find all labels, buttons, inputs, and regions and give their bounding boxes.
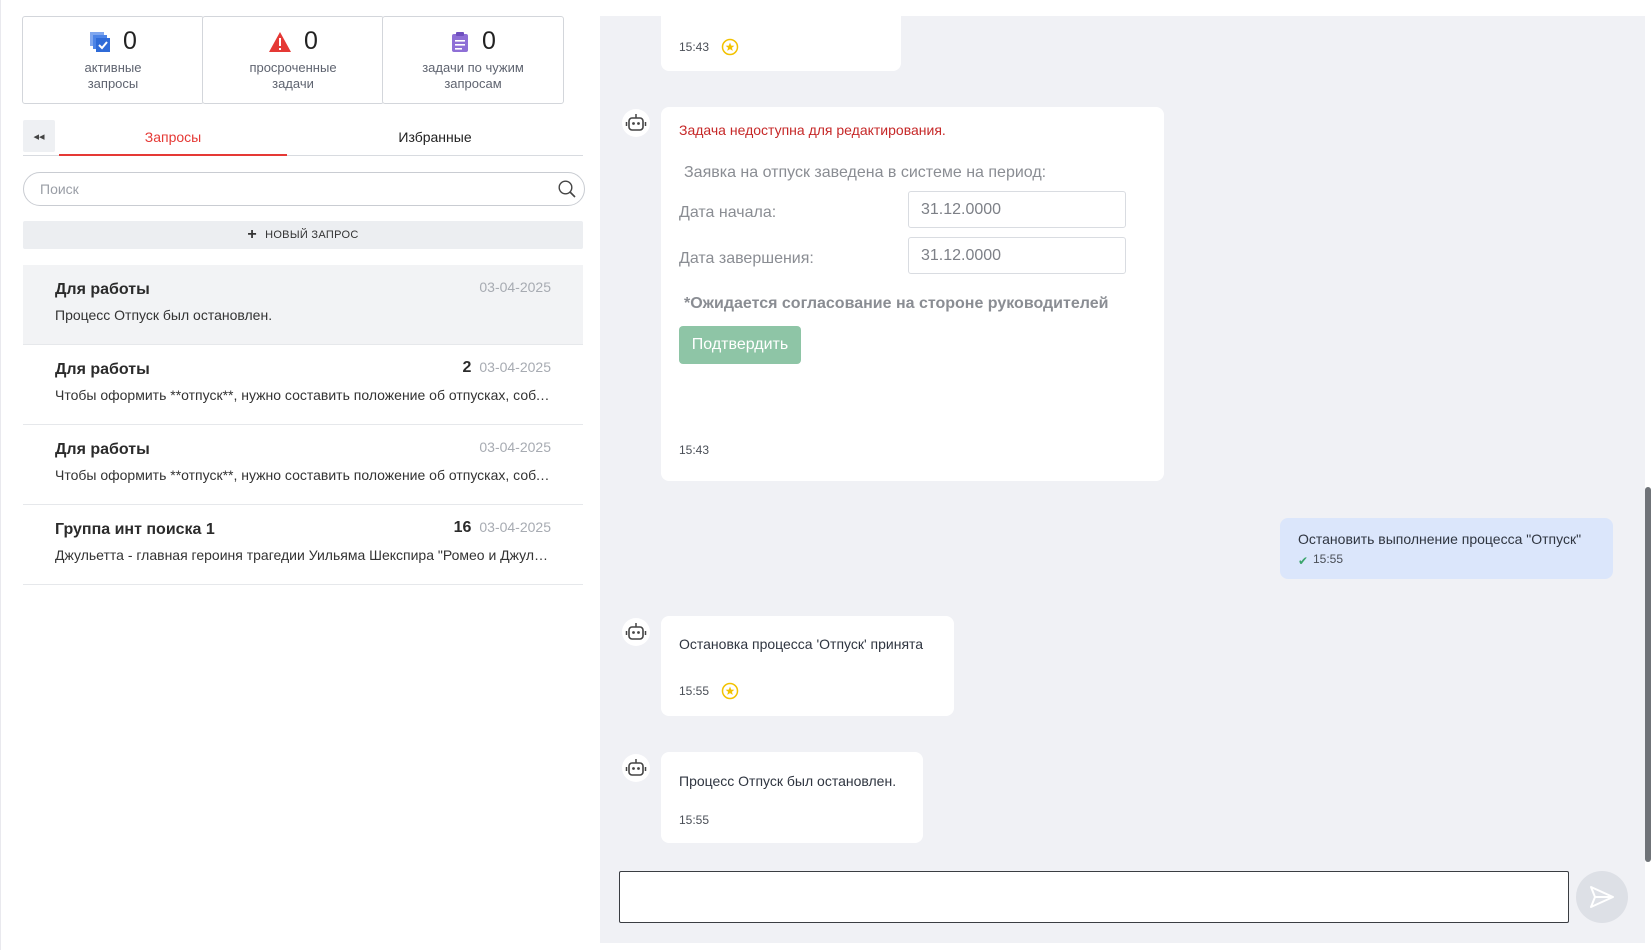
search-box — [23, 172, 585, 206]
collapse-sidebar-button[interactable]: ◂◂ — [23, 120, 55, 152]
stat-top: 0 — [23, 29, 203, 54]
message-time: 15:55 — [679, 684, 710, 698]
message-time: 15:55 — [679, 813, 710, 827]
message-input[interactable] — [620, 872, 1568, 922]
conversation-meta: 2 03-04-2025 — [462, 359, 551, 377]
message-time: 15:55 — [1313, 552, 1344, 566]
stat-label-line: просроченные — [249, 60, 337, 75]
start-date-field: 31.12.0000 — [908, 191, 1126, 228]
conversation-item[interactable]: Группа инт поиска 1 Джульетта - главная … — [23, 505, 583, 585]
stat-top: 0 — [383, 29, 563, 54]
message-time: 15:43 — [679, 443, 710, 457]
favorite-star-icon[interactable] — [721, 682, 739, 700]
chat-area: 15:43 Задача недоступна для редактирован… — [600, 0, 1645, 943]
bot-message-vacation-form: Задача недоступна для редактирования. За… — [661, 107, 1164, 481]
stat-label: задачи по чужим запросам — [383, 60, 563, 92]
conversation-item[interactable]: Для работы Чтобы оформить **отпуск**, ну… — [23, 345, 583, 425]
scrollbar-thumb[interactable] — [1645, 487, 1651, 862]
conversation-meta: 03-04-2025 — [471, 279, 551, 295]
user-message: Остановить выполнение процесса "Отпуск" … — [1280, 518, 1613, 579]
favorite-star-icon[interactable] — [721, 38, 739, 56]
stat-others-tasks[interactable]: 0 задачи по чужим запросам — [382, 16, 564, 104]
plus-icon: + — [247, 226, 258, 243]
approval-note: *Ожидается согласование на стороне руков… — [684, 295, 1109, 312]
bot-message: Процесс Отпуск был остановлен. 15:55 — [661, 752, 923, 843]
conversation-item[interactable]: Для работы Процесс Отпуск был остановлен… — [23, 265, 583, 345]
robot-icon — [625, 759, 647, 776]
active-requests-icon — [90, 31, 111, 52]
conversation-list: Для работы Процесс Отпуск был остановлен… — [23, 265, 583, 585]
robot-icon — [625, 114, 647, 131]
message-composer — [619, 871, 1569, 923]
stat-top: 0 — [203, 29, 383, 54]
message-text: Остановка процесса 'Отпуск' принята — [679, 636, 924, 652]
robot-icon — [625, 623, 647, 640]
send-icon — [1590, 886, 1614, 908]
stat-overdue-tasks[interactable]: 0 просроченные задачи — [202, 16, 384, 104]
conversation-meta: 16 03-04-2025 — [454, 519, 551, 537]
conversation-date: 03-04-2025 — [479, 519, 551, 535]
conversation-preview: Процесс Отпуск был остановлен. — [55, 307, 273, 323]
message-text: Остановить выполнение процесса "Отпуск" — [1298, 531, 1582, 547]
message-text: Процесс Отпуск был остановлен. — [679, 773, 897, 789]
bot-avatar-icon — [622, 618, 650, 646]
stat-label-line: запросам — [444, 76, 502, 91]
conversation-preview: Джульетта - главная героиня трагедии Уил… — [55, 547, 555, 563]
conversation-date: 03-04-2025 — [479, 279, 551, 295]
new-request-label: НОВЫЙ ЗАПРОС — [265, 229, 359, 241]
conversation-date: 03-04-2025 — [479, 359, 551, 375]
new-request-button[interactable]: + НОВЫЙ ЗАПРОС — [23, 221, 583, 249]
stat-active-requests[interactable]: 0 активные запросы — [22, 16, 204, 104]
end-date-field: 31.12.0000 — [908, 237, 1126, 274]
unread-badge: 16 — [453, 519, 472, 536]
message-time: 15:43 — [679, 40, 710, 54]
tab-bar: ◂◂ Запросы Избранные — [23, 118, 583, 156]
search-icon[interactable] — [558, 180, 576, 198]
search-input[interactable] — [24, 173, 524, 205]
tab-requests[interactable]: Запросы — [59, 118, 287, 156]
conversation-preview: Чтобы оформить **отпуск**, нужно состави… — [55, 467, 555, 483]
end-date-label: Дата завершения: — [679, 250, 814, 267]
conversation-meta: 03-04-2025 — [471, 439, 551, 455]
conversation-date: 03-04-2025 — [479, 439, 551, 455]
error-text: Задача недоступна для редактирования. — [679, 122, 946, 138]
stat-label-line: задачи по чужим — [422, 60, 524, 75]
bot-avatar-icon — [622, 109, 650, 137]
chat-scrollbar[interactable] — [1645, 0, 1651, 950]
form-intro: Заявка на отпуск заведена в системе на п… — [684, 164, 1047, 181]
tab-favorites[interactable]: Избранные — [287, 118, 583, 156]
stat-label-line: задачи — [272, 76, 314, 91]
conversation-item[interactable]: Для работы Чтобы оформить **отпуск**, ну… — [23, 425, 583, 505]
bot-message: Остановка процесса 'Отпуск' принята 15:5… — [661, 616, 954, 716]
stat-label-line: запросы — [87, 76, 139, 91]
left-panel: 0 активные запросы 0 просроченные задачи — [0, 0, 600, 950]
app-root: 0 активные запросы 0 просроченные задачи — [0, 0, 1651, 950]
delivered-check-icon: ✔ — [1298, 554, 1309, 568]
stat-count: 0 — [304, 27, 318, 55]
bot-avatar-icon — [622, 754, 650, 782]
unread-badge: 2 — [462, 359, 472, 376]
stat-count: 0 — [123, 27, 137, 55]
clipboard-icon — [452, 31, 469, 52]
stat-label: активные запросы — [23, 60, 203, 92]
bot-message: 15:43 — [661, 0, 901, 71]
stat-label: просроченные задачи — [203, 60, 383, 92]
stat-count: 0 — [482, 27, 496, 55]
start-date-label: Дата начала: — [679, 204, 777, 221]
confirm-button[interactable]: Подтвердить — [679, 326, 801, 364]
send-button[interactable] — [1576, 871, 1628, 923]
stat-label-line: активные — [84, 60, 142, 75]
warning-icon — [269, 31, 292, 52]
conversation-preview: Чтобы оформить **отпуск**, нужно состави… — [55, 387, 555, 403]
